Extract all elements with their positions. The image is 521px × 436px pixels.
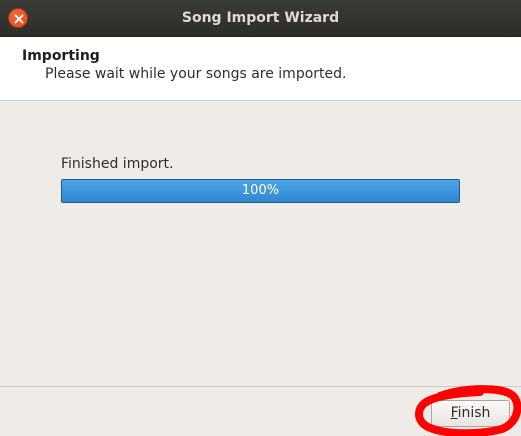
- import-progress-bar: 100%: [61, 179, 460, 203]
- import-status-label: Finished import.: [61, 156, 174, 172]
- window-title: Song Import Wizard: [181, 10, 340, 26]
- finish-mnemonic: F: [450, 405, 458, 421]
- page-subtitle: Please wait while your songs are importe…: [45, 66, 347, 82]
- wizard-window: Song Import Wizard Importing Please wait…: [0, 0, 521, 436]
- progress-label: 100%: [241, 183, 280, 198]
- footer-divider: [0, 386, 521, 387]
- title-bar[interactable]: Song Import Wizard: [0, 0, 521, 37]
- close-icon: [14, 14, 24, 24]
- close-button[interactable]: [8, 8, 28, 28]
- finish-label: inish: [457, 405, 491, 421]
- page-title: Importing: [22, 48, 100, 64]
- finish-button[interactable]: Finish: [431, 400, 510, 427]
- wizard-header: Importing Please wait while your songs a…: [0, 37, 521, 101]
